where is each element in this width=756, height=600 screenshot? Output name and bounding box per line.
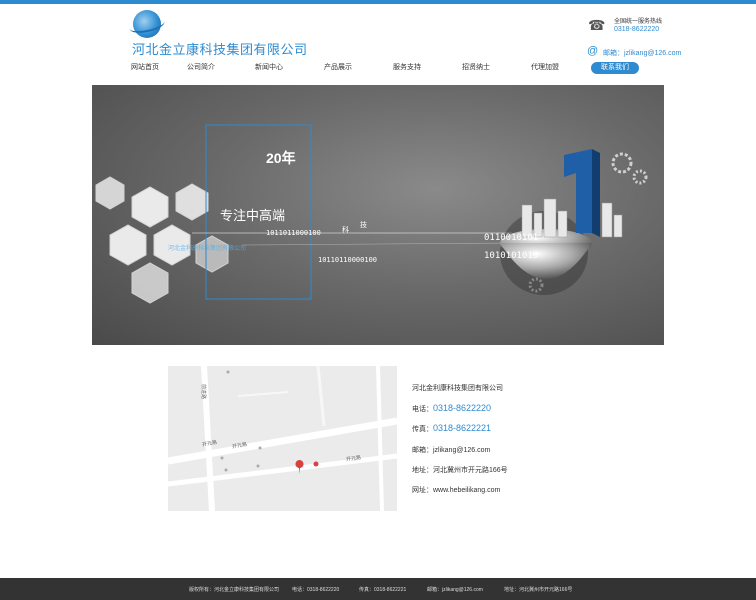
footer-fax: 传真：0318-8622221 (359, 587, 407, 593)
nav-item-news[interactable]: 新闻中心 (255, 62, 283, 74)
contact-website[interactable]: 网址：www.hebeilikang.com (412, 485, 500, 495)
contact-phone: 电话：0318-8622220 (412, 403, 491, 414)
location-map[interactable]: 前进路 开元路 开元路 开元路 (168, 366, 397, 511)
contact-fax: 传真：0318-8622221 (412, 423, 491, 434)
contact-fax-number: 0318-8622221 (433, 423, 492, 433)
banner-binary-2: 10110110000100 (318, 256, 378, 264)
phone-icon: ☎ (588, 17, 606, 33)
contact-phone-number: 0318-8622220 (433, 403, 492, 413)
footer-email[interactable]: 邮箱：jzlikang@126.com (427, 586, 483, 593)
banner-tech-2: 技 (360, 222, 367, 229)
hero-banner[interactable]: 20年 专注中高端 1011011000100 10110110000100 科… (92, 85, 664, 345)
nav-item-products[interactable]: 产品展示 (324, 62, 352, 74)
banner-blue-caption: 河北金利康科技集团有限公司 (168, 246, 247, 252)
email-icon: @ (587, 45, 599, 57)
banner-year: 20年 (266, 150, 296, 166)
nav-item-service[interactable]: 服务支持 (393, 62, 421, 74)
contact-address: 地址：河北冀州市开元路166号 (412, 467, 508, 474)
map-label-road-1: 前进路 (200, 383, 207, 400)
hotline-number: 0318-8622220 (614, 26, 660, 33)
footer-address: 地址：河北冀州市开元路166号 (504, 587, 573, 593)
banner-tech-1: 科 (342, 227, 349, 234)
banner-binary-1: 1011011000100 (266, 229, 321, 237)
nav-item-jobs[interactable]: 招贤纳士 (462, 62, 490, 74)
nav-item-franchise[interactable]: 代理加盟 (531, 62, 559, 74)
nav-item-contact[interactable]: 联系我们 (591, 62, 639, 74)
banner-slogan: 专注中高端 (220, 208, 286, 223)
footer-phone: 电话：0318-8622220 (292, 587, 340, 593)
contact-phone-label: 电话： (412, 406, 433, 413)
footer-copyright: 版权所有：河北金立康科技集团有限公司 (189, 587, 280, 593)
header-email[interactable]: 邮箱：jzlikang@126.com (603, 48, 681, 58)
hotline-label: 全国统一服务热线 (614, 19, 663, 25)
header: 河北金立康科技集团有限公司 ☎ 全国统一服务热线 0318-8622220 @ … (0, 4, 756, 80)
footer: 版权所有：河北金立康科技集团有限公司 电话：0318-8622220 传真：03… (0, 578, 756, 600)
banner-binary-right-2: 1010101010 (484, 251, 539, 261)
nav-item-about[interactable]: 公司简介 (187, 62, 215, 74)
main-nav: 网站首页 公司简介 新闻中心 产品展示 服务支持 招贤纳士 代理加盟 联系我们 (0, 62, 756, 76)
contact-company: 河北金利康科技集团有限公司 (412, 385, 503, 392)
banner-graphics (95, 124, 648, 304)
banner-binary-right-1: 0110010101 (484, 233, 539, 243)
company-name[interactable]: 河北金立康科技集团有限公司 (132, 39, 308, 58)
contact-email[interactable]: 邮箱：jzlikang@126.com (412, 445, 490, 455)
nav-item-home[interactable]: 网站首页 (131, 62, 159, 74)
contact-fax-label: 传真： (412, 426, 433, 433)
